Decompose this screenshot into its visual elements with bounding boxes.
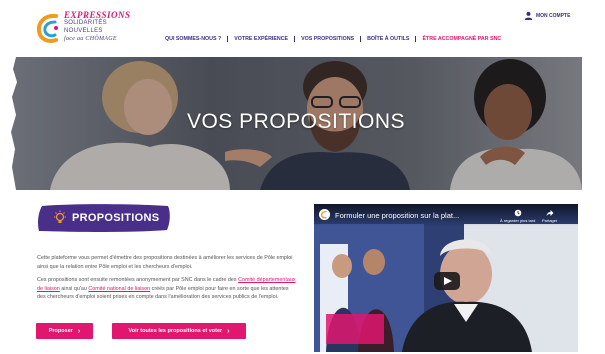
logo-line-1: SOLIDARITÉS [64,20,107,26]
nav-item-experience[interactable]: VOTRE EXPÉRIENCE [228,36,294,42]
my-account-link[interactable]: MON COMPTE [524,11,570,20]
site-logo[interactable]: EXPRESSIONS SOLIDARITÉS NOUVELLES face a… [36,9,136,49]
chevron-right-icon: › [227,327,230,335]
video-title[interactable]: Formuler une proposition sur la plat... [335,211,490,220]
nav-item-support[interactable]: ÊTRE ACCOMPAGNÉ PAR SNC [416,36,501,42]
user-icon [524,11,533,20]
view-all-proposals-button[interactable]: Voir toutes les propositions et voter › [112,323,246,339]
badge-label: PROPOSITIONS [72,212,160,224]
play-button-icon[interactable] [434,272,460,290]
propose-button[interactable]: Proposer › [36,323,93,339]
national-committee-link[interactable]: Comité national de liaison [88,286,150,292]
hero-banner: VOS PROPOSITIONS [10,57,582,190]
logo-mark-icon [36,13,58,43]
chevron-right-icon: › [77,327,81,335]
logo-line-2: NOUVELLES [64,28,103,34]
channel-avatar-icon[interactable] [319,209,330,220]
logo-title: EXPRESSIONS [64,10,131,20]
share-label: Partager [542,218,558,223]
clock-icon [514,209,521,217]
nav-item-about[interactable]: QUI SOMMES-NOUS ? [165,36,227,42]
main-nav: QUI SOMMES-NOUS ? VOTRE EXPÉRIENCE VOS P… [165,36,501,42]
hero-title: VOS PROPOSITIONS [186,110,406,133]
share-icon [546,210,554,216]
propositions-badge: PROPOSITIONS [36,203,172,233]
share-button[interactable]: Partager [542,209,557,223]
video-player[interactable]: Formuler une proposition sur la plat... … [314,204,578,352]
watch-later-label: À regarder plus tard [500,218,536,223]
nav-item-proposals[interactable]: VOS PROPOSITIONS [295,36,360,42]
details-text-2: ainsi qu'au [59,285,89,292]
logo-line-3: face au CHÔMAGE [64,36,117,42]
details-paragraph: Ces propositions sont ensuite remontées … [37,276,297,302]
logo-text: EXPRESSIONS SOLIDARITÉS NOUVELLES face a… [64,11,131,43]
my-account-label: MON COMPTE [536,12,571,19]
lightbulb-icon [54,210,66,223]
details-text-1: Ces propositions sont ensuite remontées … [37,277,239,283]
propose-button-label: Proposer [48,328,73,334]
intro-paragraph: Cette plateforme vous permet d'émettre d… [37,255,293,270]
nav-item-toolbox[interactable]: BOÎTE À OUTILS [361,36,415,42]
watch-later-button[interactable]: À regarder plus tard [500,209,535,223]
site-header: EXPRESSIONS SOLIDARITÉS NOUVELLES face a… [0,0,605,57]
view-all-button-label: Voir toutes les propositions et voter [128,328,223,334]
